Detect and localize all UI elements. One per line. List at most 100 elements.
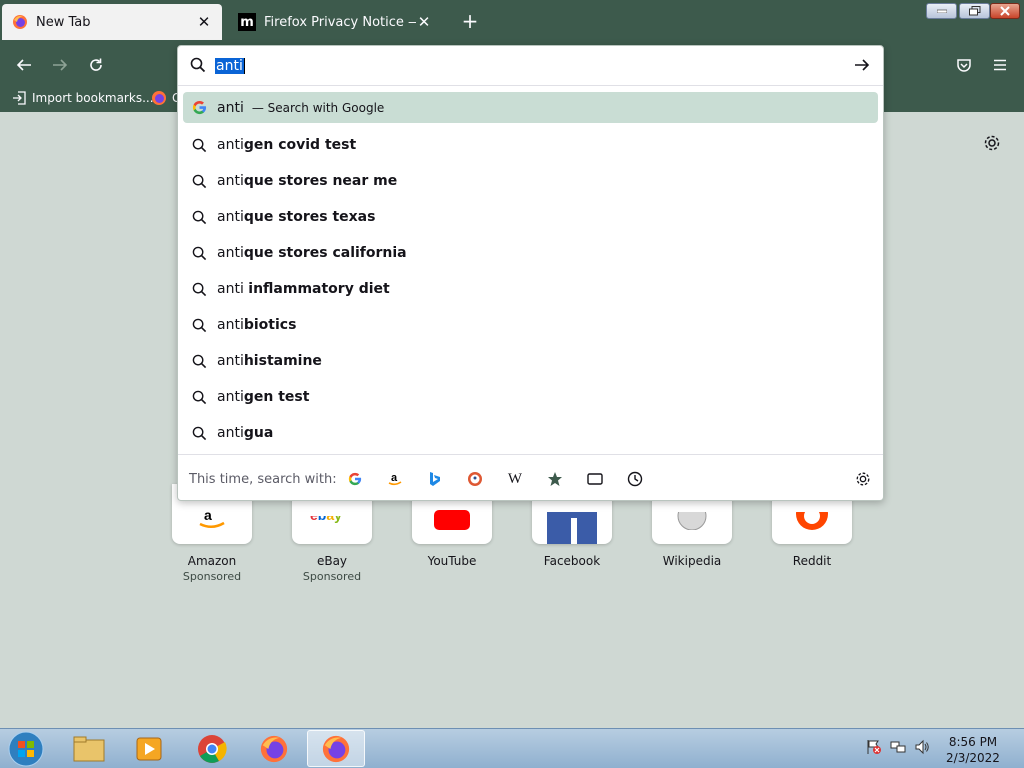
reload-icon bbox=[90, 58, 102, 71]
bookmarks-star-icon[interactable] bbox=[545, 469, 565, 489]
action-center-flag-icon[interactable] bbox=[866, 739, 882, 759]
search-icon bbox=[191, 317, 207, 333]
search-icon bbox=[191, 137, 207, 153]
suggestion-row[interactable]: anti que stores texas bbox=[183, 199, 878, 235]
minimize-button[interactable] bbox=[926, 3, 957, 19]
urlbar: anti bbox=[178, 46, 883, 86]
back-button[interactable] bbox=[13, 54, 35, 76]
search-icon bbox=[191, 209, 207, 225]
suggestion-completion: que stores california bbox=[243, 245, 407, 261]
back-arrow-icon bbox=[16, 59, 31, 71]
tile-sponsored: Sponsored bbox=[302, 570, 362, 583]
close-window-button[interactable] bbox=[990, 3, 1020, 19]
search-icon bbox=[190, 57, 208, 75]
firefox-icon bbox=[151, 90, 167, 106]
suggestion-completion: inflammatory diet bbox=[248, 281, 390, 297]
suggestion-typed: anti bbox=[217, 353, 244, 369]
pocket-icon bbox=[957, 59, 971, 72]
search-icon bbox=[191, 245, 207, 261]
mozilla-m-icon: m bbox=[238, 13, 256, 31]
suggestion-engine-action: — Search with Google bbox=[251, 100, 385, 115]
tile-title: Facebook bbox=[543, 554, 601, 568]
taskbar-firefox[interactable] bbox=[245, 730, 303, 767]
tab-privacy-notice[interactable]: m Firefox Privacy Notice — Mozilla ✕ bbox=[228, 3, 442, 41]
tabs-icon[interactable] bbox=[585, 469, 605, 489]
hamburger-menu-icon bbox=[994, 59, 1006, 71]
folder-icon bbox=[73, 736, 105, 761]
tile-title: Wikipedia bbox=[662, 554, 722, 568]
suggestion-row-heuristic[interactable]: anti — Search with Google bbox=[183, 92, 878, 123]
arrow-right-icon bbox=[855, 59, 870, 71]
amazon-icon[interactable]: a bbox=[385, 469, 405, 489]
taskbar-clock[interactable]: 8:56 PM 2/3/2022 bbox=[940, 734, 1006, 766]
clock-time: 8:56 PM bbox=[948, 735, 998, 749]
forward-button[interactable] bbox=[49, 54, 71, 76]
suggestion-typed: anti bbox=[217, 281, 249, 297]
new-tab-button[interactable]: + bbox=[460, 11, 480, 32]
one-off-label: This time, search with: bbox=[189, 472, 337, 487]
suggestion-row[interactable]: anti gen test bbox=[183, 379, 878, 415]
wikipedia-icon[interactable]: W bbox=[505, 469, 525, 489]
svg-text:a: a bbox=[204, 510, 212, 523]
close-tab-icon[interactable]: ✕ bbox=[416, 13, 432, 31]
media-player-icon bbox=[136, 737, 162, 760]
firefox-icon bbox=[260, 735, 288, 762]
import-icon bbox=[11, 90, 27, 106]
bing-icon[interactable] bbox=[425, 469, 445, 489]
clock-date: 2/3/2022 bbox=[946, 751, 1000, 765]
taskbar-media-player[interactable] bbox=[120, 730, 178, 767]
search-icon bbox=[191, 281, 207, 297]
taskbar-file-explorer[interactable] bbox=[60, 730, 118, 767]
url-input-selected-text: anti bbox=[215, 58, 244, 74]
network-icon[interactable] bbox=[890, 739, 906, 759]
start-button[interactable] bbox=[6, 730, 46, 768]
suggestion-completion: gen covid test bbox=[243, 137, 357, 153]
go-button[interactable] bbox=[853, 56, 873, 76]
taskbar-chrome[interactable] bbox=[183, 730, 241, 767]
suggestion-typed: anti bbox=[217, 209, 244, 225]
restore-button[interactable] bbox=[959, 3, 990, 19]
suggestion-completion: que stores texas bbox=[243, 209, 376, 225]
bookmark-import[interactable]: Import bookmarks... bbox=[11, 90, 154, 106]
suggestion-row[interactable]: anti gen covid test bbox=[183, 127, 878, 163]
suggestion-row[interactable]: anti gua bbox=[183, 415, 878, 451]
suggestion-completion: que stores near me bbox=[243, 173, 398, 189]
one-off-search-bar: This time, search with: a W bbox=[178, 454, 883, 501]
suggestion-typed: anti bbox=[217, 173, 244, 189]
tile-title: Amazon bbox=[187, 554, 237, 568]
suggestion-completion: histamine bbox=[243, 353, 322, 369]
tile-title: YouTube bbox=[427, 554, 477, 568]
google-icon[interactable] bbox=[345, 469, 365, 489]
app-menu-button[interactable] bbox=[989, 54, 1011, 76]
volume-icon[interactable] bbox=[914, 739, 930, 759]
urlbar-dropdown: anti anti — Search with Google anti gen c… bbox=[177, 45, 884, 501]
pocket-button[interactable] bbox=[953, 54, 975, 76]
url-input[interactable]: anti bbox=[215, 56, 245, 76]
suggestion-list: anti — Search with Google anti gen covid … bbox=[183, 92, 878, 451]
suggestion-row[interactable]: anti que stores california bbox=[183, 235, 878, 271]
taskbar-firefox-active[interactable] bbox=[307, 730, 365, 767]
history-icon[interactable] bbox=[625, 469, 645, 489]
suggestion-completion: gua bbox=[243, 425, 274, 441]
system-tray bbox=[866, 739, 930, 759]
windows-logo-icon bbox=[8, 731, 44, 767]
tab-new-tab[interactable]: New Tab ✕ bbox=[2, 4, 222, 40]
suggestion-row[interactable]: anti que stores near me bbox=[183, 163, 878, 199]
tab-label: New Tab bbox=[36, 14, 91, 30]
suggestion-typed: anti bbox=[217, 137, 244, 153]
suggestion-row[interactable]: anti biotics bbox=[183, 307, 878, 343]
close-tab-icon[interactable]: ✕ bbox=[196, 13, 212, 31]
gear-icon[interactable] bbox=[853, 469, 873, 489]
suggestion-row[interactable]: anti histamine bbox=[183, 343, 878, 379]
chrome-icon bbox=[198, 734, 227, 763]
google-icon bbox=[191, 100, 207, 116]
tile-title: eBay bbox=[316, 554, 348, 568]
search-icon bbox=[191, 353, 207, 369]
tile-title: Reddit bbox=[792, 554, 832, 568]
duckduckgo-icon[interactable] bbox=[465, 469, 485, 489]
search-icon bbox=[191, 173, 207, 189]
gear-icon[interactable] bbox=[983, 134, 1003, 154]
suggestion-row[interactable]: anti inflammatory diet bbox=[183, 271, 878, 307]
suggestion-typed: anti bbox=[217, 99, 244, 116]
reload-button[interactable] bbox=[85, 54, 107, 76]
